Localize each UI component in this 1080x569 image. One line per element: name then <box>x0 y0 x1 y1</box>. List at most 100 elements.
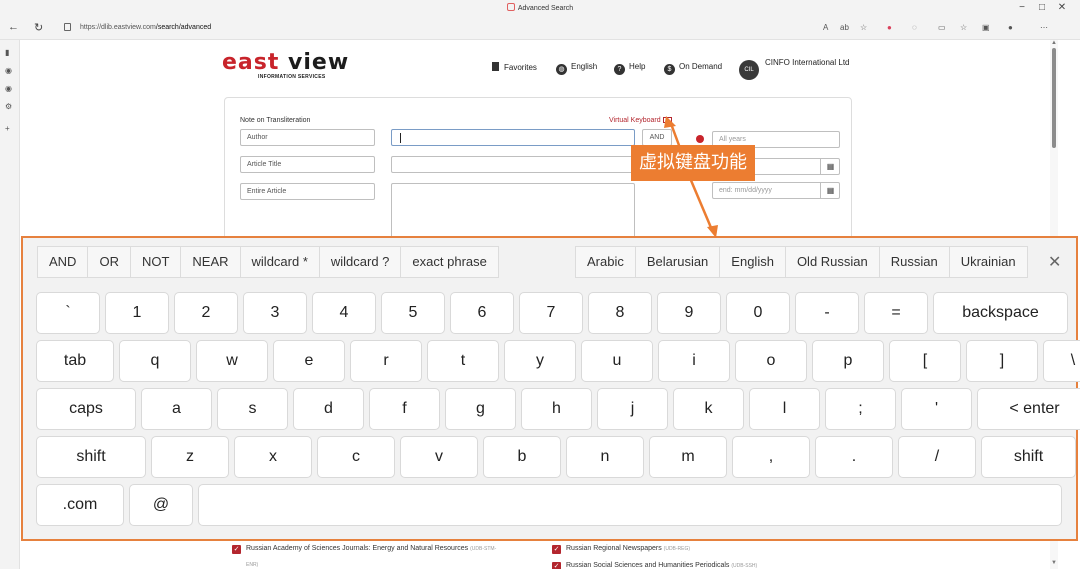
url-text[interactable]: https://dlib.eastview.com/search/advance… <box>80 24 211 31</box>
key-y[interactable]: y <box>504 340 576 382</box>
language-chip-belarusian[interactable]: Belarusian <box>634 246 721 278</box>
key-f[interactable]: f <box>369 388 440 430</box>
language-chip-arabic[interactable]: Arabic <box>575 246 636 278</box>
language-chip-english[interactable]: English <box>719 246 786 278</box>
maximize-button[interactable]: □ <box>1032 2 1052 13</box>
key-w[interactable]: w <box>196 340 268 382</box>
key-symbol[interactable]: \ <box>1043 340 1080 382</box>
key-tab[interactable]: tab <box>36 340 114 382</box>
eastview-logo[interactable]: east view INFORMATION SERVICES <box>222 52 349 81</box>
key-symbol[interactable]: / <box>898 436 976 478</box>
scroll-thumb[interactable] <box>1052 48 1056 148</box>
key-symbol[interactable]: ` <box>36 292 100 334</box>
collections-icon[interactable]: ▣ <box>982 23 990 32</box>
key-s[interactable]: s <box>217 388 288 430</box>
key-6[interactable]: 6 <box>450 292 514 334</box>
calendar-icon[interactable]: ▦ <box>820 182 840 199</box>
key-a[interactable]: a <box>141 388 212 430</box>
vertical-tab-icon[interactable]: ◉ <box>5 84 12 93</box>
operator-chip-exact-phrase[interactable]: exact phrase <box>400 246 499 278</box>
key-shift[interactable]: shift <box>981 436 1076 478</box>
key-space[interactable] <box>198 484 1062 526</box>
minimize-button[interactable]: − <box>1012 2 1032 13</box>
collection-checkbox-item[interactable]: ✓ Russian Regional Newspapers (UDB-REG) <box>552 545 690 554</box>
nav-language[interactable]: ◍ English <box>556 62 597 75</box>
author-search-input[interactable] <box>391 129 635 146</box>
key-symbol[interactable]: . <box>815 436 893 478</box>
extension-puzzle-icon[interactable]: ◌ <box>912 23 917 32</box>
read-aloud-icon[interactable]: A <box>823 23 828 32</box>
vertical-tab-icon[interactable]: ⚙ <box>5 102 12 111</box>
language-chip-russian[interactable]: Russian <box>878 246 950 278</box>
nav-on-demand[interactable]: $ On Demand <box>664 62 722 75</box>
refresh-icon[interactable]: ↻ <box>34 21 43 34</box>
more-menu-icon[interactable]: ⋯ <box>1040 23 1048 32</box>
key-symbol[interactable]: - <box>795 292 859 334</box>
field-select-article-title[interactable]: Article Title <box>240 156 375 173</box>
key-2[interactable]: 2 <box>174 292 238 334</box>
key-9[interactable]: 9 <box>657 292 721 334</box>
operator-chip-wildcard[interactable]: wildcard ? <box>318 246 402 278</box>
key-u[interactable]: u <box>581 340 653 382</box>
key-8[interactable]: 8 <box>588 292 652 334</box>
key-symbol[interactable]: , <box>732 436 810 478</box>
url-field[interactable]: https://dlib.eastview.com/search/advance… <box>58 21 818 36</box>
nav-favorites[interactable]: Favorites <box>492 62 537 72</box>
key-backspace[interactable]: backspace <box>933 292 1068 334</box>
key-4[interactable]: 4 <box>312 292 376 334</box>
collection-checkbox-item[interactable]: ✓ Russian Academy of Sciences Journals: E… <box>232 545 496 554</box>
operator-chip-not[interactable]: NOT <box>129 246 182 278</box>
field-select-author[interactable]: Author <box>240 129 375 146</box>
key-1[interactable]: 1 <box>105 292 169 334</box>
nav-help[interactable]: ? Help <box>614 62 645 75</box>
key-z[interactable]: z <box>151 436 229 478</box>
key-7[interactable]: 7 <box>519 292 583 334</box>
key-symbol[interactable]: ] <box>966 340 1038 382</box>
operator-chip-and[interactable]: AND <box>37 246 89 278</box>
key-symbol[interactable]: ' <box>901 388 972 430</box>
key-j[interactable]: j <box>597 388 668 430</box>
key-5[interactable]: 5 <box>381 292 445 334</box>
language-chip-ukrainian[interactable]: Ukrainian <box>948 246 1028 278</box>
field-select-entire-article[interactable]: Entire Article <box>240 183 375 200</box>
key-com[interactable]: .com <box>36 484 124 526</box>
collection-checkbox-item[interactable]: ✓ Russian Social Sciences and Humanities … <box>552 562 757 569</box>
virtual-keyboard-link[interactable]: Virtual Keyboard <box>609 117 672 124</box>
boolean-operator-select[interactable]: AND <box>642 129 672 146</box>
key-c[interactable]: c <box>317 436 395 478</box>
key-h[interactable]: h <box>521 388 592 430</box>
split-screen-icon[interactable]: ▭ <box>938 23 946 32</box>
profile-icon[interactable]: ● <box>1008 23 1013 32</box>
key-e[interactable]: e <box>273 340 345 382</box>
key-p[interactable]: p <box>812 340 884 382</box>
key-enter[interactable]: < enter <box>977 388 1080 430</box>
scroll-down-icon[interactable]: ▼ <box>1050 560 1058 566</box>
key-r[interactable]: r <box>350 340 422 382</box>
key-3[interactable]: 3 <box>243 292 307 334</box>
operator-chip-or[interactable]: OR <box>87 246 131 278</box>
note-on-transliteration-link[interactable]: Note on Transliteration <box>240 117 310 124</box>
checkbox-checked-icon[interactable]: ✓ <box>552 545 561 554</box>
translate-icon[interactable]: ab <box>840 23 849 32</box>
tab-actions-icon[interactable]: ▮ <box>5 48 9 57</box>
key-g[interactable]: g <box>445 388 516 430</box>
key-x[interactable]: x <box>234 436 312 478</box>
key-d[interactable]: d <box>293 388 364 430</box>
checkbox-checked-icon[interactable]: ✓ <box>552 562 561 569</box>
key-q[interactable]: q <box>119 340 191 382</box>
key-shift[interactable]: shift <box>36 436 146 478</box>
key-symbol[interactable]: ; <box>825 388 896 430</box>
key-t[interactable]: t <box>427 340 499 382</box>
favorites-bar-icon[interactable]: ☆ <box>960 23 967 32</box>
key-n[interactable]: n <box>566 436 644 478</box>
language-chip-old-russian[interactable]: Old Russian <box>784 246 880 278</box>
key-v[interactable]: v <box>400 436 478 478</box>
favorite-star-icon[interactable]: ☆ <box>860 23 867 32</box>
checkbox-checked-icon[interactable]: ✓ <box>232 545 241 554</box>
date-radio-icon[interactable] <box>696 135 704 143</box>
key-i[interactable]: i <box>658 340 730 382</box>
close-window-button[interactable]: ✕ <box>1052 2 1072 13</box>
key-0[interactable]: 0 <box>726 292 790 334</box>
nav-account[interactable]: CIL CINFO International Ltd <box>739 58 849 80</box>
key-l[interactable]: l <box>749 388 820 430</box>
